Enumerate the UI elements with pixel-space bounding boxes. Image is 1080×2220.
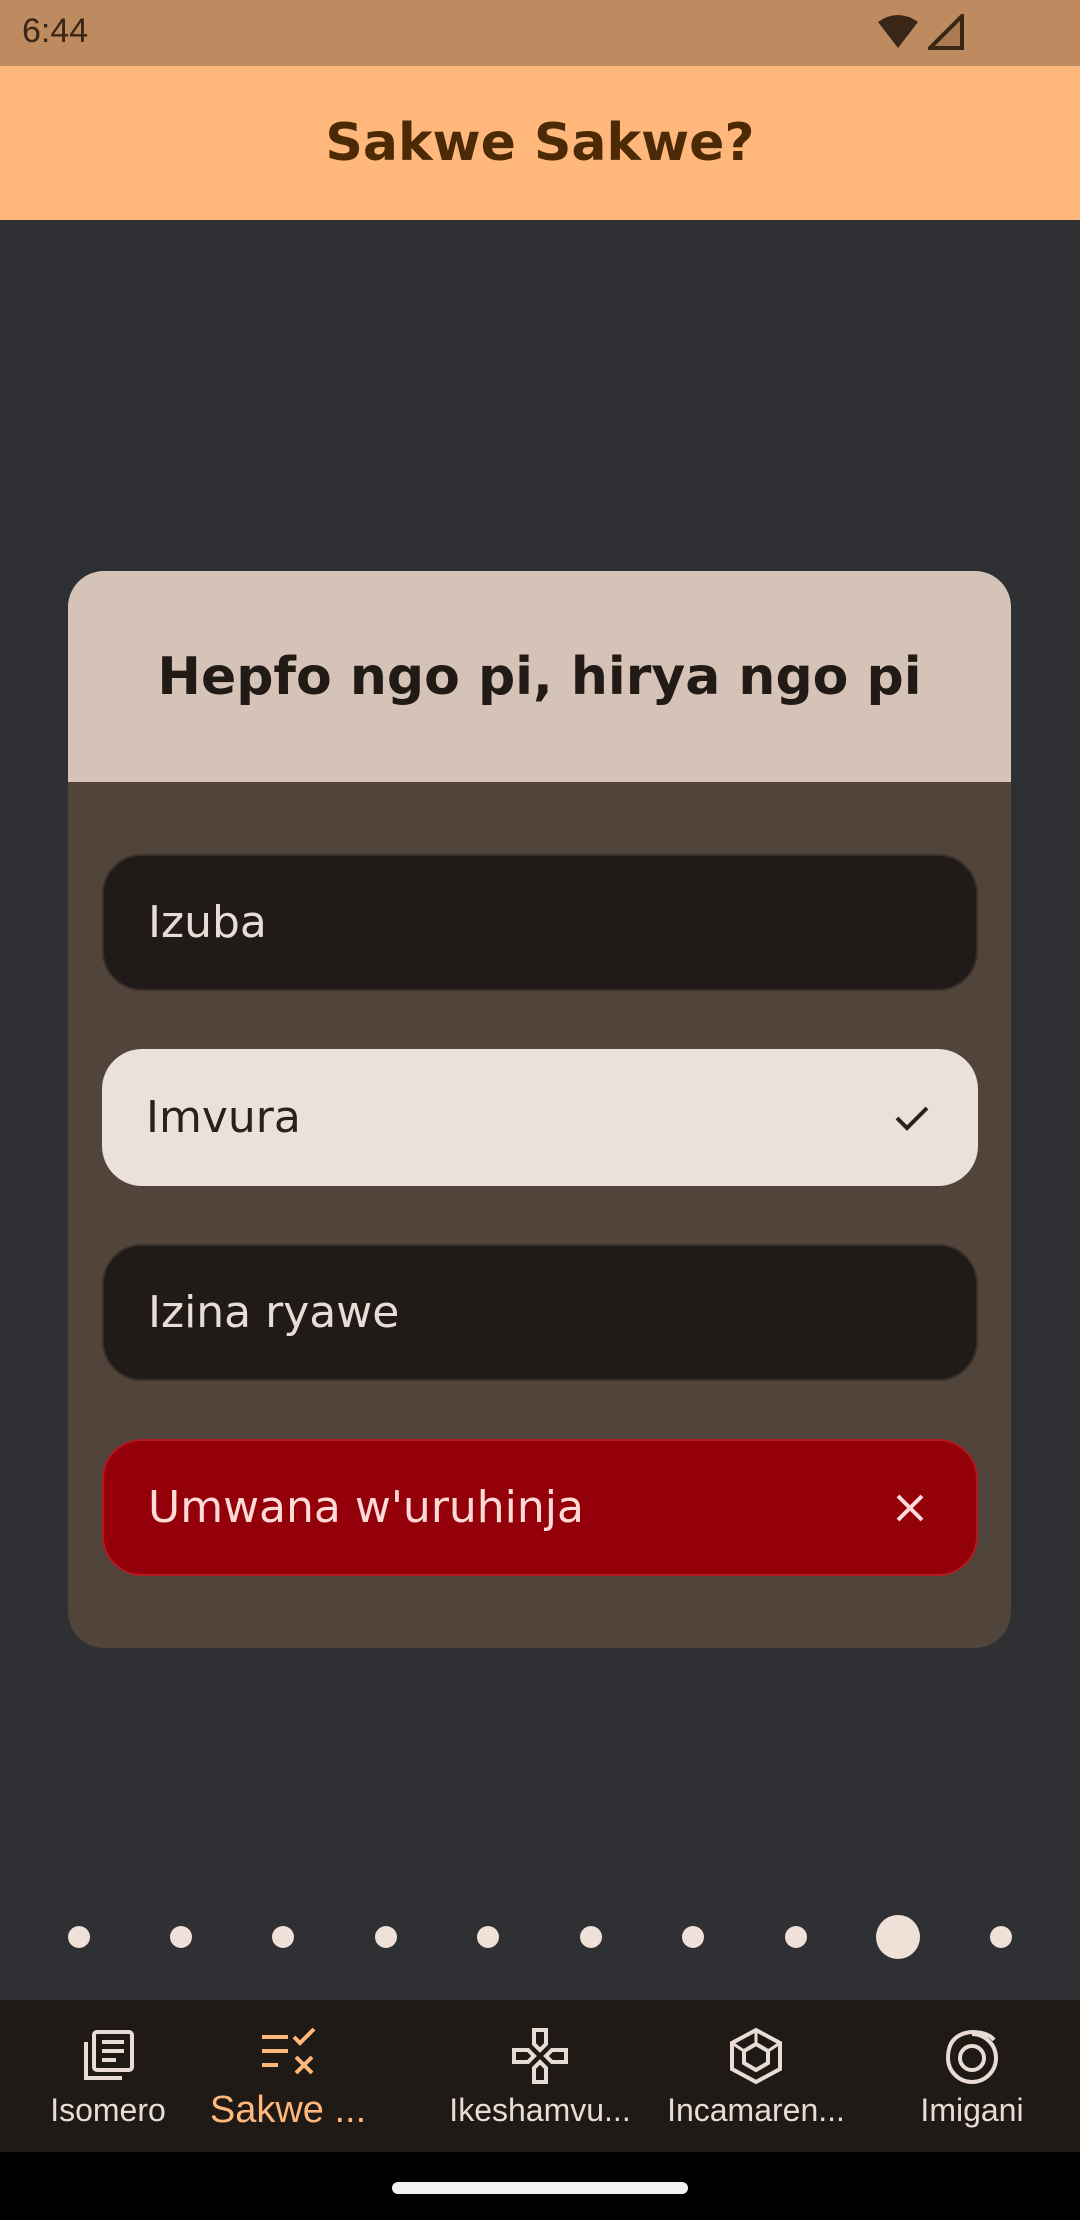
page-dot[interactable] <box>170 1926 192 1948</box>
page-dot-active[interactable] <box>876 1915 920 1959</box>
bottom-navigation: Isomero Sakwe ... Ikeshamvu... Incamaren… <box>0 2000 1080 2152</box>
answer-option-4[interactable]: Umwana w'uruhinja <box>102 1439 978 1576</box>
page-dot[interactable] <box>272 1926 294 1948</box>
question-header: Hepfo ngo pi, hirya ngo pi <box>68 571 1011 782</box>
nav-label: Ikeshamvu... <box>449 2091 631 2128</box>
cube-icon <box>724 2024 788 2088</box>
nav-label: Imigani <box>920 2091 1024 2128</box>
nav-label: Incamaren... <box>667 2091 845 2128</box>
answer-label: Izina ryawe <box>148 1287 400 1338</box>
page-dot[interactable] <box>68 1926 90 1948</box>
page-dot[interactable] <box>990 1926 1012 1948</box>
answer-option-1[interactable]: Izuba <box>102 854 978 991</box>
close-icon <box>888 1486 932 1530</box>
home-gesture-handle[interactable] <box>392 2182 688 2194</box>
library-icon <box>76 2024 140 2088</box>
status-bar: 6:44 <box>0 0 1080 66</box>
page-dot[interactable] <box>477 1926 499 1948</box>
nav-label: Isomero <box>50 2091 166 2128</box>
nav-item-ikeshamvugo[interactable]: Ikeshamvu... <box>432 2000 648 2152</box>
status-icons <box>876 14 964 50</box>
page-title: Sakwe Sakwe? <box>325 113 755 173</box>
system-navigation-bar <box>0 2152 1080 2220</box>
nav-item-imigani[interactable]: Imigani <box>864 2000 1080 2152</box>
check-icon <box>890 1096 934 1140</box>
answer-label: Umwana w'uruhinja <box>148 1482 584 1533</box>
nav-item-sakwe[interactable]: Sakwe ... <box>180 2000 396 2152</box>
spiral-icon <box>940 2024 1004 2088</box>
page-dot[interactable] <box>785 1926 807 1948</box>
nav-item-incamarenga[interactable]: Incamaren... <box>648 2000 864 2152</box>
cellular-signal-icon <box>928 14 964 50</box>
answer-label: Izuba <box>148 897 267 948</box>
nav-label: Sakwe ... <box>209 2088 367 2131</box>
page-dot[interactable] <box>580 1926 602 1948</box>
page-dot[interactable] <box>375 1926 397 1948</box>
question-text: Hepfo ngo pi, hirya ngo pi <box>157 646 922 707</box>
quiz-card: Hepfo ngo pi, hirya ngo pi Izuba Imvura … <box>68 571 1011 1648</box>
status-time: 6:44 <box>22 12 89 50</box>
quiz-checklist-icon <box>256 2021 320 2085</box>
answer-option-2[interactable]: Imvura <box>102 1049 978 1186</box>
app-bar: Sakwe Sakwe? <box>0 66 1080 220</box>
wifi-icon <box>876 14 920 50</box>
answer-option-3[interactable]: Izina ryawe <box>102 1244 978 1381</box>
answer-label: Imvura <box>146 1092 301 1143</box>
gamepad-icon <box>508 2024 572 2088</box>
page-dot[interactable] <box>682 1926 704 1948</box>
page-indicator <box>0 1915 1080 1959</box>
